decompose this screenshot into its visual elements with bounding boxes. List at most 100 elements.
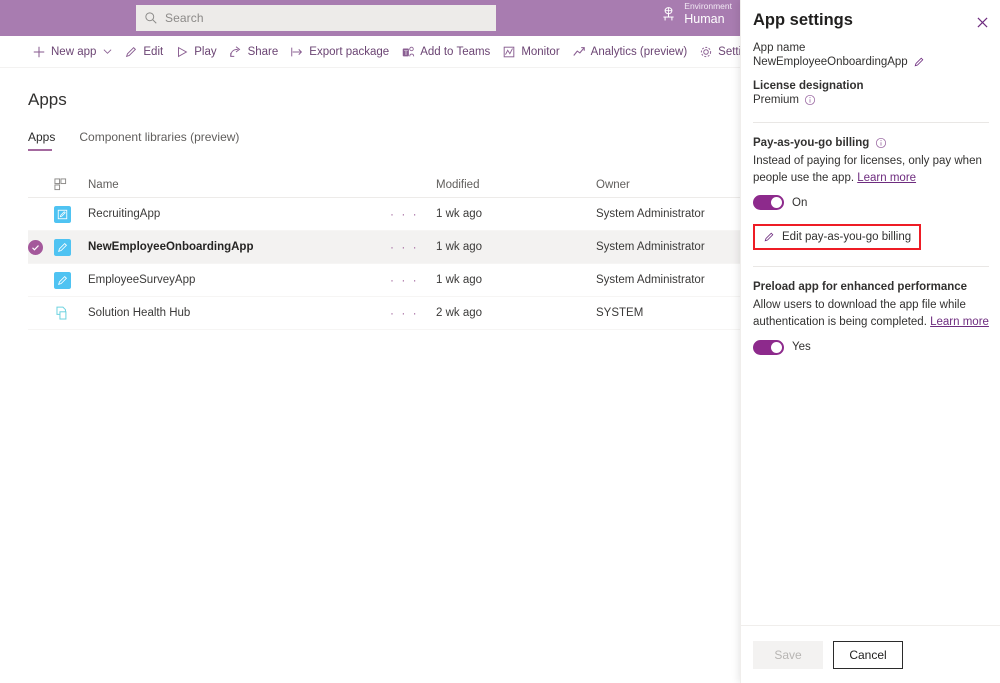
close-icon <box>977 17 988 28</box>
row-app-name[interactable]: NewEmployeeOnboardingApp <box>80 241 390 253</box>
payg-heading-row: Pay-as-you-go billing <box>753 137 989 149</box>
row-more-actions[interactable]: · · · <box>390 273 436 287</box>
panel-body: App name NewEmployeeOnboardingApp Licens… <box>741 42 1000 625</box>
apps-table: Name Modified Owner RecruitingApp · · · … <box>28 172 740 330</box>
app-type-icon-cell <box>54 272 80 289</box>
name-column-header[interactable]: Name <box>80 179 390 191</box>
row-owner: System Administrator <box>596 208 740 220</box>
analytics-button[interactable]: Analytics (preview) <box>566 36 694 68</box>
preload-learn-more-link[interactable]: Learn more <box>930 316 989 328</box>
license-value: Premium <box>753 94 799 106</box>
row-modified: 1 wk ago <box>436 208 596 220</box>
grid-icon <box>54 178 67 191</box>
owner-column-header[interactable]: Owner <box>596 179 740 191</box>
play-button[interactable]: Play <box>169 36 222 68</box>
analytics-icon <box>572 45 586 59</box>
environment-selector[interactable]: Environment Human <box>660 2 732 26</box>
row-owner: SYSTEM <box>596 307 740 319</box>
info-icon[interactable] <box>804 94 816 106</box>
cancel-button[interactable]: Cancel <box>833 641 903 669</box>
divider <box>753 266 989 267</box>
add-to-teams-button[interactable]: T Add to Teams <box>395 36 496 68</box>
power-apps-maker-portal: Search Environment Human <box>0 0 1000 683</box>
page-tabs: Apps Component libraries (preview) <box>28 130 239 151</box>
row-selected-check-icon <box>28 240 43 255</box>
search-input[interactable]: Search <box>136 5 496 31</box>
app-name-value-row: NewEmployeeOnboardingApp <box>753 56 989 68</box>
page-title: Apps <box>28 90 67 110</box>
chevron-down-icon <box>103 47 112 56</box>
info-icon[interactable] <box>875 137 887 149</box>
preload-toggle[interactable] <box>753 340 784 355</box>
tab-component-libraries[interactable]: Component libraries (preview) <box>79 130 239 151</box>
row-checkbox[interactable] <box>28 240 54 255</box>
license-designation-label: License designation <box>753 80 989 92</box>
type-column-header[interactable] <box>54 178 80 191</box>
toggle-knob <box>771 197 782 208</box>
panel-title: App settings <box>753 11 853 30</box>
table-row[interactable]: Solution Health Hub · · · 2 wk ago SYSTE… <box>28 297 740 330</box>
table-row[interactable]: NewEmployeeOnboardingApp · · · 1 wk ago … <box>28 231 740 264</box>
row-modified: 2 wk ago <box>436 307 596 319</box>
monitor-label: Monitor <box>521 46 559 58</box>
export-icon <box>290 45 304 59</box>
close-button[interactable] <box>973 13 991 31</box>
canvas-app-icon <box>54 272 71 289</box>
app-type-icon-cell <box>54 206 80 223</box>
app-name-value: NewEmployeeOnboardingApp <box>753 56 908 68</box>
modified-column-header[interactable]: Modified <box>436 179 596 191</box>
row-app-name[interactable]: RecruitingApp <box>80 208 390 220</box>
row-app-name[interactable]: Solution Health Hub <box>80 307 390 319</box>
add-to-teams-label: Add to Teams <box>420 46 490 58</box>
toggle-knob <box>771 342 782 353</box>
tab-apps[interactable]: Apps <box>28 130 55 151</box>
export-package-button[interactable]: Export package <box>284 36 395 68</box>
settings-label: Settings <box>718 46 740 58</box>
share-label: Share <box>248 46 279 58</box>
row-more-actions[interactable]: · · · <box>390 306 436 320</box>
edit-button[interactable]: Edit <box>118 36 169 68</box>
payg-learn-more-link[interactable]: Learn more <box>857 172 916 184</box>
share-button[interactable]: Share <box>223 36 285 68</box>
monitor-button[interactable]: Monitor <box>496 36 565 68</box>
app-type-icon-cell <box>54 305 80 322</box>
model-app-icon <box>54 305 71 322</box>
divider <box>753 122 989 123</box>
panel-header: App settings <box>741 0 1000 44</box>
row-more-actions[interactable]: · · · <box>390 207 436 221</box>
preload-description: Allow users to download the app file whi… <box>753 297 989 330</box>
preload-toggle-row[interactable]: Yes <box>753 340 989 355</box>
app-name-label: App name <box>753 42 989 54</box>
svg-text:T: T <box>404 49 408 56</box>
row-owner: System Administrator <box>596 241 740 253</box>
table-header-row: Name Modified Owner <box>28 172 740 198</box>
edit-payg-billing-button[interactable]: Edit pay-as-you-go billing <box>753 224 921 250</box>
canvas-app-icon <box>54 239 71 256</box>
search-placeholder-text: Search <box>165 11 204 25</box>
row-more-actions[interactable]: · · · <box>390 240 436 254</box>
plus-icon <box>32 45 46 59</box>
new-app-button[interactable]: New app <box>26 36 118 68</box>
pencil-icon <box>124 45 138 59</box>
preload-label: Preload app for enhanced performance <box>753 281 989 293</box>
pencil-icon[interactable] <box>913 56 925 68</box>
panel-footer: Save Cancel <box>741 625 1000 683</box>
payg-toggle-state: On <box>792 197 807 209</box>
preload-toggle-state: Yes <box>792 341 811 353</box>
save-button[interactable]: Save <box>753 641 823 669</box>
payg-toggle-row[interactable]: On <box>753 195 989 210</box>
table-row[interactable]: EmployeeSurveyApp · · · 1 wk ago System … <box>28 264 740 297</box>
environment-name: Human <box>684 12 732 26</box>
app-action-toolbar: New app Edit Play <box>0 36 740 68</box>
environment-icon <box>660 6 677 23</box>
payg-toggle[interactable] <box>753 195 784 210</box>
row-app-name[interactable]: EmployeeSurveyApp <box>80 274 390 286</box>
gear-icon <box>699 45 713 59</box>
play-icon <box>175 45 189 59</box>
canvas-app-icon <box>54 206 71 223</box>
settings-button[interactable]: Settings <box>693 36 740 68</box>
payg-label: Pay-as-you-go billing <box>753 137 869 149</box>
app-type-icon-cell <box>54 239 80 256</box>
table-row[interactable]: RecruitingApp · · · 1 wk ago System Admi… <box>28 198 740 231</box>
row-owner: System Administrator <box>596 274 740 286</box>
